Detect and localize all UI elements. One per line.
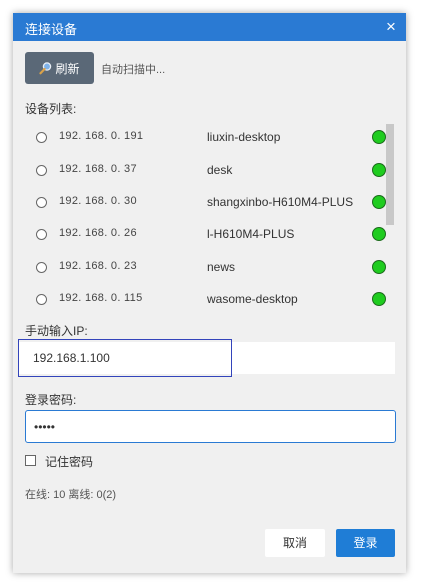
device-hostname: liuxin-desktop [207,130,281,144]
online-summary-text: 在线: 10 离线: 0(2) [25,489,117,501]
device-ip: 192. 168. 0. 23 [59,260,137,272]
online-status-icon [372,130,386,144]
device-list-scrollbar[interactable] [386,124,394,225]
device-hostname: shangxinbo-H610M4-PLUS [207,195,354,209]
password-label: 登录密码: [25,393,77,407]
device-radio[interactable] [36,165,47,176]
device-hostname: l-H610M4-PLUS [207,227,295,241]
manual-ip-input[interactable] [19,342,395,374]
remember-password-label: 记住密码 [45,455,94,469]
device-ip: 192. 168. 0. 30 [59,195,137,207]
connect-device-dialog: 连接设备 × 刷新 自动扫描中... 设备列表: 192. 168. 0. 19… [13,13,406,573]
device-hostname: desk [207,163,233,177]
device-ip: 192. 168. 0. 26 [59,227,137,239]
device-row[interactable]: 192. 168. 0. 191 liuxin-desktop [25,123,395,155]
device-row[interactable]: 192. 168. 0. 23 news [25,253,395,285]
device-row[interactable]: 192. 168. 0. 115 wasome-desktop [25,285,395,317]
device-radio[interactable] [36,262,47,273]
device-ip: 192. 168. 0. 37 [59,163,137,175]
remember-password-checkbox[interactable] [25,455,36,466]
device-radio[interactable] [36,197,47,208]
device-ip: 192. 168. 0. 191 [59,130,144,142]
online-status-icon [372,260,386,274]
refresh-button[interactable]: 刷新 [25,52,94,84]
refresh-label: 刷新 [55,61,80,76]
dialog-title: 连接设备 [25,22,78,37]
password-input[interactable] [25,410,396,443]
manual-ip-label: 手动输入IP: [25,324,88,338]
device-hostname: wasome-desktop [207,292,298,306]
online-status-icon [372,292,386,306]
device-list-label: 设备列表: [25,102,77,116]
close-icon[interactable]: × [376,13,406,41]
device-row[interactable]: 192. 168. 0. 37 desk [25,156,395,188]
online-status-icon [372,163,386,177]
online-status-icon [372,195,386,209]
device-ip: 192. 168. 0. 115 [59,292,143,304]
device-hostname: news [207,260,236,274]
login-button[interactable]: 登录 [336,529,395,557]
scan-status-text: 自动扫描中... [101,64,166,76]
device-list: 192. 168. 0. 191 liuxin-desktop 192. 168… [25,123,395,319]
device-radio[interactable] [36,229,47,240]
device-row[interactable]: 192. 168. 0. 26 l-H610M4-PLUS [25,220,395,252]
device-radio[interactable] [36,294,47,305]
device-row[interactable]: 192. 168. 0. 30 shangxinbo-H610M4-PLUS [25,188,395,220]
magnifier-icon [39,61,53,75]
dialog-titlebar: 连接设备 × [13,13,406,41]
cancel-button[interactable]: 取消 [265,529,325,557]
device-radio[interactable] [36,132,47,143]
online-status-icon [372,227,386,241]
